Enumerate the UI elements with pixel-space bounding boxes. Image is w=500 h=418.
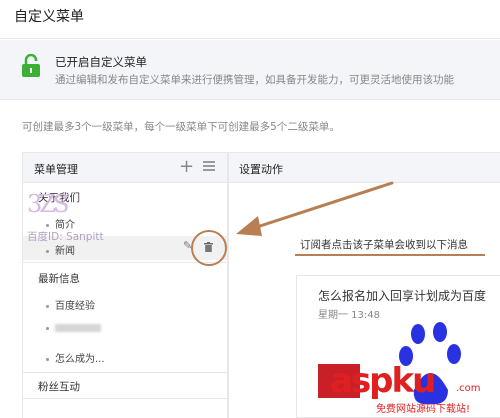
add-menu-icon[interactable]: +	[179, 158, 194, 176]
menu-divider	[23, 398, 227, 399]
message-underline	[295, 254, 485, 256]
sort-menu-icon[interactable]	[203, 161, 215, 171]
bullet-icon	[46, 357, 49, 361]
action-message-label: 订阅者点击该子菜单会收到以下消息	[300, 239, 468, 251]
menu-limit-hint: 可创建最多3个一级菜单，每个一级菜单下可创建最多5个二级菜单。	[22, 121, 340, 133]
blurred-label	[55, 324, 101, 332]
bullet-icon	[46, 223, 49, 227]
menu-divider	[23, 372, 227, 373]
submenu-item-how-to-become[interactable]: 怎么成为...	[46, 350, 105, 365]
menu-enabled-notice	[0, 40, 500, 100]
watermark-text: 百度ID: Sanpitt	[27, 231, 104, 243]
submenu-item-baidu-jingyan[interactable]: 百度经验	[46, 297, 95, 312]
watermark-logo: 3ZS	[27, 190, 69, 218]
menu-divider	[23, 262, 227, 263]
card-date: 星期一 13:48	[318, 310, 380, 321]
site-watermark-tail: .com	[456, 383, 481, 394]
menu-panel-title: 菜单管理	[34, 163, 78, 176]
bullet-icon	[46, 304, 49, 308]
submenu-item-blurred[interactable]	[46, 323, 101, 334]
action-panel-header: 设置动作	[229, 153, 500, 183]
menu-item-fan-interaction[interactable]: 粉丝互动	[38, 379, 80, 394]
site-watermark-brand: aspku	[330, 361, 436, 401]
notice-title: 已开启自定义菜单	[55, 55, 147, 69]
action-panel-title: 设置动作	[239, 163, 283, 176]
page-title: 自定义菜单	[14, 9, 84, 25]
menu-item-latest-info[interactable]: 最新信息	[38, 271, 80, 286]
header-divider	[0, 38, 500, 39]
submenu-item-news[interactable]: 新闻	[46, 242, 75, 257]
bullet-icon	[46, 249, 49, 253]
notice-description: 通过编辑和发布自定义菜单来进行便携管理，如具备开发能力，可更灵活地使用该功能	[55, 74, 454, 86]
bullet-icon	[46, 326, 49, 330]
delete-icon[interactable]	[204, 242, 213, 252]
site-watermark-sub: 免费网站源码下载站!	[376, 404, 471, 415]
menu-panel-header: 菜单管理 +	[23, 153, 227, 183]
lock-icon	[22, 54, 40, 77]
card-title: 怎么报名加入回享计划成为百度	[318, 289, 487, 303]
